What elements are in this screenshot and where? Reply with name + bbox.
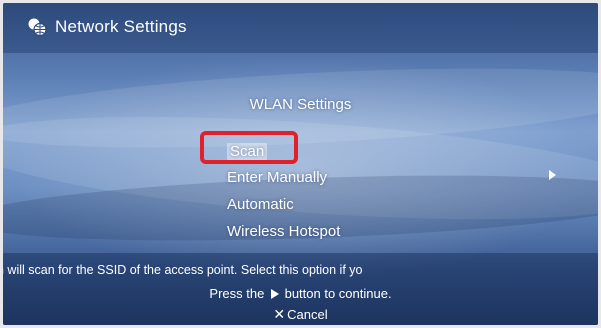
highlight-annotation: [200, 131, 298, 164]
menu-item-label: Enter Manually: [227, 169, 328, 186]
menu-item-label: Wireless Hotspot: [227, 223, 341, 240]
menu-item-wireless-hotspot[interactable]: Wireless Hotspot: [227, 223, 340, 240]
cancel-hint[interactable]: ✕ Cancel: [3, 306, 598, 323]
play-button-icon: [270, 289, 279, 299]
menu-item-automatic[interactable]: Automatic: [227, 196, 294, 213]
continue-suffix: button to continue.: [284, 286, 392, 301]
hint-description-text: n will scan for the SSID of the access p…: [3, 263, 363, 277]
continue-prefix: Press the: [209, 286, 265, 301]
menu-item-label: Automatic: [227, 196, 294, 213]
hint-description: n will scan for the SSID of the access p…: [3, 263, 598, 277]
continue-hint: Press the button to continue.: [3, 286, 598, 301]
cross-button-icon: ✕: [273, 306, 286, 322]
right-arrow-icon: [549, 170, 556, 180]
cancel-label: Cancel: [287, 307, 328, 322]
menu-item-enter-manually[interactable]: Enter Manually: [227, 169, 327, 186]
psp-screen: Network Settings WLAN Settings Scan Ente…: [3, 3, 598, 325]
